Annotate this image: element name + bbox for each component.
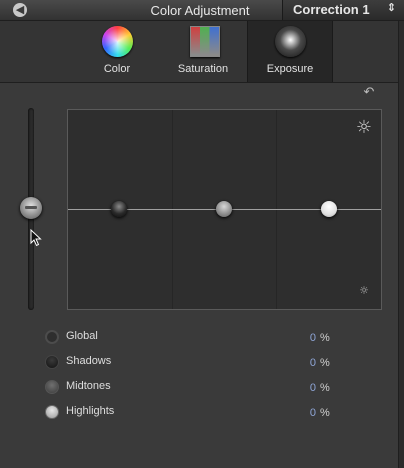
shadows-unit: % <box>320 357 330 369</box>
mouse-cursor-icon <box>30 229 42 247</box>
tab-exposure[interactable]: Exposure <box>247 21 333 82</box>
adjustment-tabs: Color Saturation Exposure <box>0 21 404 83</box>
midtones-label: Midtones <box>66 380 111 392</box>
global-unit: % <box>320 332 330 344</box>
highlights-label: Highlights <box>66 405 115 417</box>
list-item-highlights: Highlights 0 % <box>45 404 345 422</box>
window-title: Color Adjustment <box>150 3 250 18</box>
correction-selector[interactable]: Correction 1 ⇕ <box>282 0 404 20</box>
window-edge <box>398 21 404 468</box>
reset-icon[interactable]: ↶ <box>362 86 376 100</box>
midtones-value[interactable]: 0 <box>300 382 316 394</box>
sun-large-icon: ☼ <box>355 117 373 138</box>
shadows-label: Shadows <box>66 355 112 367</box>
correction-label: Correction 1 <box>293 2 370 17</box>
midtones-swatch-icon <box>45 380 59 394</box>
tab-saturation[interactable]: Saturation <box>163 21 243 82</box>
highlights-swatch-icon <box>45 405 59 419</box>
shadows-value[interactable]: 0 <box>300 357 316 369</box>
list-item-shadows: Shadows 0 % <box>45 354 345 372</box>
highlights-unit: % <box>320 407 330 419</box>
global-label: Global <box>66 330 98 342</box>
highlights-puck[interactable] <box>321 201 337 217</box>
midtones-unit: % <box>320 382 330 394</box>
list-item-global: Global 0 % <box>45 329 345 347</box>
list-item-midtones: Midtones 0 % <box>45 379 345 397</box>
shadows-puck[interactable] <box>111 201 127 217</box>
global-slider-knob[interactable] <box>20 197 42 219</box>
tab-color-label: Color <box>103 63 131 75</box>
color-wheel-icon <box>102 26 133 57</box>
saturation-icon <box>190 26 220 57</box>
highlights-value[interactable]: 0 <box>300 407 316 419</box>
tab-color[interactable]: Color <box>77 21 157 82</box>
midtones-puck[interactable] <box>216 201 232 217</box>
global-value[interactable]: 0 <box>300 332 316 344</box>
chevron-updown-icon: ⇕ <box>386 1 396 14</box>
global-swatch-icon <box>45 330 59 344</box>
shadows-swatch-icon <box>45 355 59 369</box>
sun-small-icon: ☼ <box>359 284 369 297</box>
tab-saturation-label: Saturation <box>177 63 229 75</box>
back-icon[interactable]: ◀ <box>13 3 27 17</box>
title-bar: ◀ Color Adjustment Correction 1 ⇕ <box>0 0 404 21</box>
tab-exposure-label: Exposure <box>266 63 314 75</box>
exposure-icon <box>275 26 306 57</box>
